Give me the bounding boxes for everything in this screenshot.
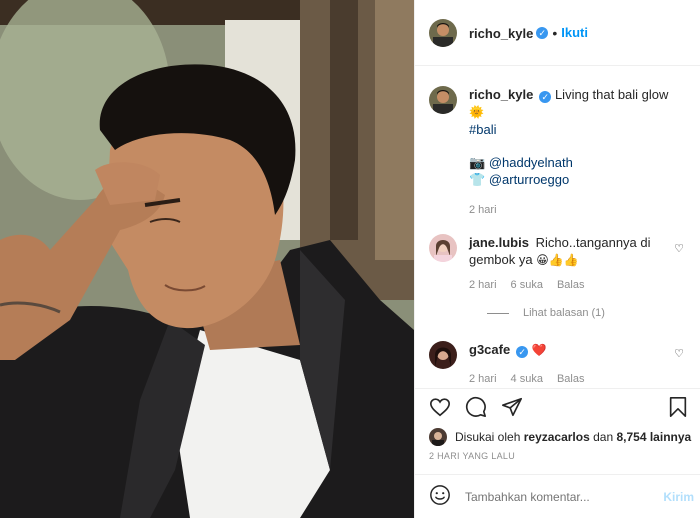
shirt-emoji-icon: 👕 (469, 172, 486, 187)
post-sidebar: richo_kyle ✓ • Ikuti richo_kyle ✓ Living … (414, 0, 700, 518)
liker-avatar[interactable] (429, 428, 447, 446)
view-replies-label[interactable]: Lihat balasan (1) (523, 307, 605, 319)
caption-text: Living that bali glow (554, 87, 669, 102)
liker-username[interactable]: reyzacarlos (524, 430, 590, 444)
comment-like-heart-icon[interactable]: ♡ (674, 347, 684, 360)
likes-prefix: Disukai oleh (455, 430, 521, 444)
add-comment-bar: Kirim (415, 474, 700, 518)
portrait-illustration (0, 0, 414, 518)
mention-link[interactable]: @arturroeggo (489, 172, 569, 187)
bookmark-icon[interactable] (668, 396, 688, 421)
mention-link[interactable]: @haddyelnath (489, 155, 573, 170)
post-date[interactable]: 2 HARI YANG LALU (415, 451, 700, 461)
comment-emojis: ❤️ (531, 343, 547, 357)
comment-meta: 2 hari 4 suka Balas (469, 373, 669, 385)
verified-badge-icon: ✓ (539, 91, 552, 103)
caption-text-block: richo_kyle ✓ Living that bali glow 🌞 #bal… (469, 86, 669, 138)
post-actions: Disukai oleh reyzacarlos dan 8,754 lainn… (415, 388, 700, 518)
comment-icon[interactable] (465, 396, 487, 421)
caption-meta: 2 hari (469, 204, 669, 216)
comment-text-block: jane.lubis Richo..tangannya di gembok ya… (469, 234, 669, 269)
post-photo[interactable] (0, 0, 414, 518)
reply-button[interactable]: Balas (557, 279, 585, 291)
commenter-avatar[interactable] (429, 341, 457, 369)
view-replies-line (487, 312, 509, 314)
action-icons (415, 389, 700, 427)
caption-username[interactable]: richo_kyle (469, 87, 533, 102)
comment-item: g3cafe ✓ ❤️ 2 hari 4 suka Balas ♡ (429, 341, 688, 385)
comments-list[interactable]: richo_kyle ✓ Living that bali glow 🌞 #bal… (415, 66, 700, 388)
heart-icon[interactable] (429, 396, 451, 421)
likes-summary[interactable]: Disukai oleh reyzacarlos dan 8,754 lainn… (415, 427, 700, 447)
comment-emojis: 😀👍👍 (536, 253, 579, 267)
comment-likes[interactable]: 6 suka (511, 279, 543, 291)
verified-badge-icon: ✓ (536, 26, 549, 39)
commenter-username[interactable]: g3cafe (469, 342, 510, 357)
post-header: richo_kyle ✓ • Ikuti (415, 0, 700, 66)
post-comment-button[interactable]: Kirim (663, 490, 694, 504)
reply-button[interactable]: Balas (557, 373, 585, 385)
share-icon[interactable] (501, 396, 523, 421)
commenter-username[interactable]: jane.lubis (469, 235, 529, 250)
caption-credits: 📷 @haddyelnath 👕 @arturroeggo (469, 154, 669, 188)
comment-item: jane.lubis Richo..tangannya di gembok ya… (429, 234, 688, 291)
view-replies-button[interactable]: Lihat balasan (1) (487, 307, 688, 319)
comment-time[interactable]: 2 hari (469, 279, 497, 291)
commenter-avatar[interactable] (429, 234, 457, 262)
comment-meta: 2 hari 6 suka Balas (469, 279, 669, 291)
caption: richo_kyle ✓ Living that bali glow 🌞 #bal… (429, 86, 688, 216)
sun-emoji-icon: 🌞 (469, 105, 484, 119)
author-username-text[interactable]: richo_kyle (469, 26, 533, 41)
likes-count[interactable]: 8,754 lainnya (616, 430, 691, 444)
hashtag-link[interactable]: #bali (469, 122, 496, 137)
follow-button[interactable]: Ikuti (561, 25, 588, 40)
comment-input[interactable] (465, 489, 655, 504)
author-avatar[interactable] (429, 18, 457, 47)
instagram-post: richo_kyle ✓ • Ikuti richo_kyle ✓ Living … (0, 0, 700, 518)
caption-time[interactable]: 2 hari (469, 204, 497, 216)
separator-dot: • (552, 24, 558, 41)
comment-text-block: g3cafe ✓ ❤️ (469, 341, 669, 359)
likes-connector: dan (593, 430, 614, 444)
author-username[interactable]: richo_kyle (469, 25, 533, 41)
comment-time[interactable]: 2 hari (469, 373, 497, 385)
emoji-icon[interactable] (429, 484, 451, 509)
caption-avatar[interactable] (429, 86, 457, 114)
verified-badge-icon: ✓ (516, 346, 529, 358)
comment-likes[interactable]: 4 suka (511, 373, 543, 385)
comment-like-heart-icon[interactable]: ♡ (674, 242, 684, 255)
camera-emoji-icon: 📷 (469, 155, 486, 170)
